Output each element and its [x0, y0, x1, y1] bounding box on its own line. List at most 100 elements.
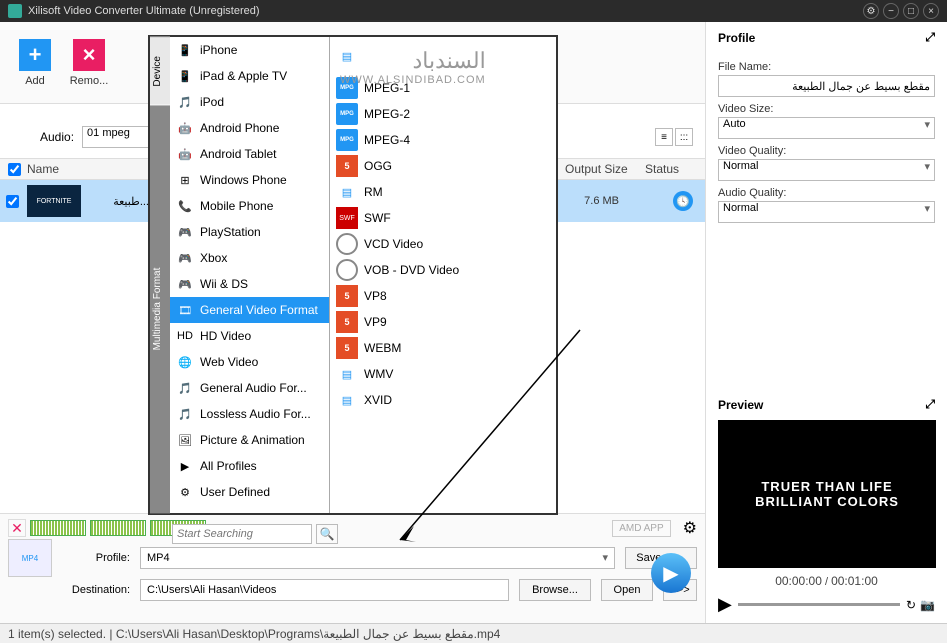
format-icon: ▤ [336, 389, 358, 411]
category-icon: 🤖 [176, 145, 194, 163]
category-item[interactable]: ▶All Profiles [170, 453, 329, 479]
category-item[interactable]: 📱iPhone [170, 37, 329, 63]
loop-icon[interactable]: ↻ [906, 598, 916, 612]
profile-label: Profile: [62, 552, 130, 564]
file-size-cell: 7.6 MB [584, 195, 619, 207]
category-icon: ⊞ [176, 171, 194, 189]
category-item[interactable]: HDHD Video [170, 323, 329, 349]
maximize-icon[interactable]: □ [903, 3, 919, 19]
category-item[interactable]: ⊞Windows Phone [170, 167, 329, 193]
category-item[interactable]: 🎮Xbox [170, 245, 329, 271]
category-item[interactable]: 🎮PlayStation [170, 219, 329, 245]
format-item[interactable]: VOB - DVD Video [330, 257, 556, 283]
gear-icon[interactable]: ⚙ [683, 518, 697, 538]
category-icon: 📱 [176, 67, 194, 85]
camera-icon[interactable]: 📷 [920, 598, 935, 612]
col-status[interactable]: Status [645, 162, 705, 176]
format-item[interactable]: ▤XVID [330, 387, 556, 413]
list-view-icon[interactable]: ≡ [655, 128, 673, 146]
format-picker-popup: Device Multimedia Format 📱iPhone📱iPad & … [148, 35, 558, 515]
expand-icon[interactable]: ⤢ [925, 30, 935, 45]
category-item[interactable]: 🎵General Audio For... [170, 375, 329, 401]
minimize-icon[interactable]: − [883, 3, 899, 19]
format-item-blank[interactable]: ▤ [330, 37, 556, 75]
cancel-clip-icon[interactable]: ✕ [8, 519, 26, 537]
format-item[interactable]: 5OGG [330, 153, 556, 179]
bottom-panel: ✕ AMD APP ⚙ 🔍 MP4 Profile: MP4 Save As..… [0, 513, 705, 623]
audio-quality-select[interactable]: Normal [718, 201, 935, 223]
format-item[interactable]: MPGMPEG-1 [330, 75, 556, 101]
format-item[interactable]: 5VP8 [330, 283, 556, 309]
category-item[interactable]: 🖼Picture & Animation [170, 427, 329, 453]
category-icon: 🎮 [176, 275, 194, 293]
format-item[interactable]: 5VP9 [330, 309, 556, 335]
category-icon: 🎮 [176, 249, 194, 267]
category-item[interactable]: 🎞General Video Format [170, 297, 329, 323]
preview-time: 00:00:00 / 00:01:00 [718, 574, 935, 588]
tab-multimedia-format[interactable]: Multimedia Format [150, 105, 170, 513]
waveform-1[interactable] [30, 520, 86, 536]
format-item[interactable]: MPGMPEG-4 [330, 127, 556, 153]
file-name-label: File Name: [718, 61, 935, 73]
category-icon: 🎵 [176, 93, 194, 111]
category-item[interactable]: 📱iPad & Apple TV [170, 63, 329, 89]
category-item[interactable]: 🎵iPod [170, 89, 329, 115]
destination-input[interactable]: C:\Users\Ali Hasan\Videos [140, 579, 509, 601]
open-button[interactable]: Open [601, 579, 653, 601]
close-icon[interactable]: × [923, 3, 939, 19]
format-item[interactable]: MPGMPEG-2 [330, 101, 556, 127]
settings-icon[interactable]: ⚙ [863, 3, 879, 19]
format-item[interactable]: ▤RM [330, 179, 556, 205]
format-item[interactable]: SWFSWF [330, 205, 556, 231]
grid-view-icon[interactable]: ::: [675, 128, 693, 146]
preview-slider[interactable] [738, 603, 900, 606]
format-icon: ▤ [336, 181, 358, 203]
row-checkbox[interactable] [6, 195, 19, 208]
play-icon[interactable]: ▶ [718, 594, 732, 615]
tab-device[interactable]: Device [150, 37, 170, 105]
category-icon: 🎵 [176, 379, 194, 397]
format-icon: SWF [336, 207, 358, 229]
category-item[interactable]: 📞Mobile Phone [170, 193, 329, 219]
status-text: 1 item(s) selected. | C:\Users\Ali Hasan… [8, 627, 500, 641]
video-size-select[interactable]: Auto [718, 117, 935, 139]
preview-title: Preview [718, 398, 763, 412]
format-item[interactable]: 5WEBM [330, 335, 556, 361]
category-item[interactable]: 🎵Lossless Audio For... [170, 401, 329, 427]
format-icon: 5 [336, 311, 358, 333]
category-icon: 📱 [176, 41, 194, 59]
format-icon: 5 [336, 337, 358, 359]
preview-expand-icon[interactable]: ⤢ [925, 397, 935, 412]
convert-button[interactable]: ▶ [651, 553, 691, 593]
browse-button[interactable]: Browse... [519, 579, 591, 601]
category-item[interactable]: 🤖Android Phone [170, 115, 329, 141]
video-quality-select[interactable]: Normal [718, 159, 935, 181]
format-icon: ▤ [336, 363, 358, 385]
video-size-label: Video Size: [718, 103, 935, 115]
category-icon: HD [176, 327, 194, 345]
file-name-cell: ...طبيعة [89, 195, 149, 208]
search-icon[interactable]: 🔍 [316, 524, 338, 544]
audio-quality-label: Audio Quality: [718, 187, 935, 199]
destination-label: Destination: [62, 584, 130, 596]
select-all-checkbox[interactable] [8, 163, 21, 176]
category-item[interactable]: 🎮Wii & DS [170, 271, 329, 297]
waveform-2[interactable] [90, 520, 146, 536]
video-quality-label: Video Quality: [718, 145, 935, 157]
video-thumbnail: FORTNITE [27, 185, 81, 217]
format-item[interactable]: ▤WMV [330, 361, 556, 387]
remove-button[interactable]: × Remo... [62, 28, 116, 98]
film-icon: ▤ [336, 45, 358, 67]
category-item[interactable]: 🌐Web Video [170, 349, 329, 375]
search-input[interactable] [172, 524, 312, 544]
status-bar: 1 item(s) selected. | C:\Users\Ali Hasan… [0, 623, 947, 643]
category-icon: 🌐 [176, 353, 194, 371]
col-output-size[interactable]: Output Size [565, 162, 645, 176]
category-item[interactable]: ⚙User Defined [170, 479, 329, 505]
profile-select[interactable]: MP4 [140, 547, 615, 569]
add-button[interactable]: + Add [8, 28, 62, 98]
file-name-input[interactable] [718, 75, 935, 97]
category-icon: 🖼 [176, 431, 194, 449]
category-item[interactable]: 🤖Android Tablet [170, 141, 329, 167]
format-item[interactable]: VCD Video [330, 231, 556, 257]
